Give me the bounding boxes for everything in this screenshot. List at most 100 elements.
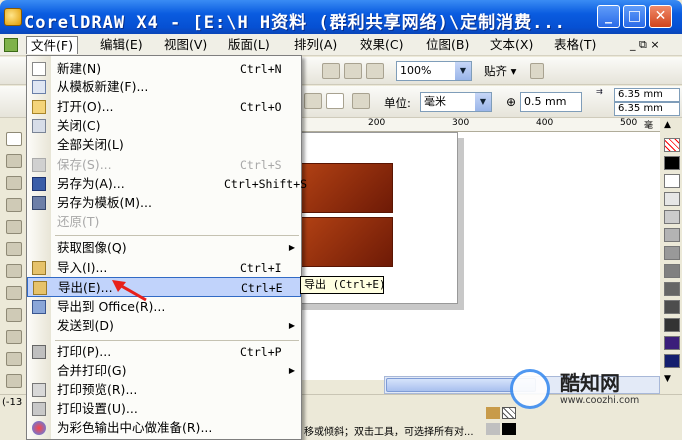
color-swatch[interactable] <box>664 282 680 296</box>
palette-scroll-up-icon[interactable]: ▲ <box>664 120 671 130</box>
snap-to-label: 贴齐 <box>484 64 507 78</box>
menu-item-save-as[interactable]: 另存为(A)... Ctrl+Shift+S <box>27 174 307 194</box>
menu-item-label: 导出(E)... <box>58 280 113 295</box>
print-preview-icon <box>32 383 46 397</box>
close-button[interactable]: ✕ <box>649 5 672 28</box>
menu-item-label: 打开(O)... <box>57 99 114 114</box>
zoom-level-select[interactable]: 100% ▼ <box>396 61 472 81</box>
menu-item-print-setup[interactable]: 打印设置(U)... <box>27 399 301 419</box>
menu-effects[interactable]: 效果(C) <box>356 36 407 54</box>
ruler-tick-label: 200 <box>368 118 386 128</box>
menu-item-close[interactable]: 关闭(C) <box>27 116 301 136</box>
menu-item-send-to[interactable]: 发送到(D) ▶ <box>27 316 301 336</box>
menu-bitmaps[interactable]: 位图(B) <box>422 36 473 54</box>
menu-file[interactable]: 文件(F) <box>26 36 78 54</box>
snap-options-icon[interactable] <box>530 63 544 79</box>
ruler-tick-label: 400 <box>536 118 554 128</box>
menu-item-new-from-template[interactable]: 从模板新建(F)... <box>27 77 301 97</box>
table-tool-icon[interactable] <box>6 374 22 388</box>
color-swatch[interactable] <box>664 192 680 206</box>
fill-indicator-icon <box>486 407 500 419</box>
duplicate-y-input[interactable]: 6.35 mm <box>614 102 680 116</box>
business-card-back[interactable] <box>297 217 393 267</box>
menu-item-open[interactable]: 打开(O)... Ctrl+O <box>27 97 301 117</box>
menu-item-print[interactable]: 打印(P)... Ctrl+P <box>27 342 301 362</box>
portrait-icon[interactable] <box>326 93 344 109</box>
color-swatch[interactable] <box>664 246 680 260</box>
pick-tool-icon[interactable] <box>6 132 22 146</box>
text-tool-icon[interactable] <box>6 352 22 366</box>
smart-fill-tool-icon[interactable] <box>6 242 22 256</box>
new-document-icon <box>32 62 46 76</box>
menu-item-label: 发送到(D) <box>57 318 114 333</box>
menu-item-print-merge[interactable]: 合并打印(G) ▶ <box>27 361 301 381</box>
minimize-button[interactable]: _ <box>597 5 620 28</box>
rectangle-tool-icon[interactable] <box>6 264 22 278</box>
menu-item-close-all[interactable]: 全部关闭(L) <box>27 135 301 155</box>
business-card-front[interactable] <box>297 163 393 213</box>
menu-item-save[interactable]: 保存(S)... Ctrl+S <box>27 155 301 175</box>
menu-item-revert[interactable]: 还原(T) <box>27 212 301 232</box>
menu-item-shortcut: Ctrl+Shift+S <box>224 177 308 191</box>
menu-item-save-as-template[interactable]: 另存为模板(M)... <box>27 193 301 213</box>
color-swatch[interactable] <box>664 174 680 188</box>
submenu-arrow-icon: ▶ <box>288 321 295 330</box>
menu-item-print-preview[interactable]: 打印预览(R)... <box>27 380 301 400</box>
welcome-screen-icon[interactable] <box>344 63 362 79</box>
menu-view[interactable]: 视图(V) <box>160 36 211 54</box>
menu-item-label: 导入(I)... <box>57 260 108 275</box>
basic-shapes-tool-icon[interactable] <box>6 330 22 344</box>
unit-select[interactable]: 毫米 ▼ <box>420 92 492 112</box>
color-swatch[interactable] <box>664 318 680 332</box>
shape-tool-icon[interactable] <box>6 154 22 168</box>
color-palette: ▲ ▼ <box>660 118 682 398</box>
color-swatch[interactable] <box>664 300 680 314</box>
zoom-level-value: 100% <box>400 64 432 77</box>
color-swatch[interactable] <box>664 210 680 224</box>
no-color-swatch[interactable] <box>664 138 680 152</box>
submenu-arrow-icon: ▶ <box>288 243 295 252</box>
zoom-tool-icon[interactable] <box>6 198 22 212</box>
menu-item-export-to-office[interactable]: 导出到 Office(R)... <box>27 297 301 317</box>
menu-item-label: 打印设置(U)... <box>57 401 138 416</box>
menu-item-label: 为彩色输出中心做准备(R)... <box>57 420 213 435</box>
menu-text[interactable]: 文本(X) <box>486 36 537 54</box>
open-folder-icon <box>32 100 46 114</box>
menu-layout[interactable]: 版面(L) <box>224 36 274 54</box>
menu-arrange[interactable]: 排列(A) <box>290 36 341 54</box>
document-icon[interactable] <box>4 38 18 52</box>
watermark-brand: 酷知网 <box>560 371 620 395</box>
menu-item-shortcut: Ctrl+S <box>240 158 282 172</box>
printer-icon <box>32 345 46 359</box>
nudge-distance-input[interactable]: 0.5 mm <box>520 92 582 112</box>
maximize-button[interactable]: □ <box>623 5 646 28</box>
menu-item-import[interactable]: 导入(I)... Ctrl+I <box>27 258 301 278</box>
application-launcher-icon[interactable] <box>322 63 340 79</box>
snap-to-dropdown[interactable]: 贴齐 ▾ <box>484 63 516 79</box>
crop-tool-icon[interactable] <box>6 176 22 190</box>
menu-item-export[interactable]: 导出(E)... Ctrl+E <box>27 277 301 297</box>
menu-table[interactable]: 表格(T) <box>550 36 600 54</box>
document-window-controls[interactable]: _ ⧉ × <box>626 36 664 54</box>
options-icon[interactable] <box>366 63 384 79</box>
polygon-tool-icon[interactable] <box>6 308 22 322</box>
color-swatch[interactable] <box>664 156 680 170</box>
duplicate-x-input[interactable]: 6.35 mm <box>614 88 680 102</box>
menu-item-acquire-image[interactable]: 获取图像(Q) ▶ <box>27 238 301 258</box>
menu-edit[interactable]: 编辑(E) <box>96 36 147 54</box>
menu-item-new[interactable]: 新建(N) Ctrl+N <box>27 59 301 79</box>
menu-item-prepare-for-service-bureau[interactable]: 为彩色输出中心做准备(R)... <box>27 418 301 438</box>
coreldraw-app-icon[interactable] <box>4 8 22 26</box>
all-pages-icon[interactable] <box>352 93 370 109</box>
nudge-distance-value: 0.5 mm <box>524 95 567 108</box>
ellipse-tool-icon[interactable] <box>6 286 22 300</box>
color-swatch[interactable] <box>664 264 680 278</box>
print-setup-icon <box>32 402 46 416</box>
color-swatch[interactable] <box>664 336 680 350</box>
toolbox <box>0 118 28 440</box>
menu-item-label: 另存为模板(M)... <box>57 195 152 210</box>
freehand-tool-icon[interactable] <box>6 220 22 234</box>
landscape-icon[interactable] <box>304 93 322 109</box>
outline-swatch <box>502 423 516 435</box>
color-swatch[interactable] <box>664 228 680 242</box>
